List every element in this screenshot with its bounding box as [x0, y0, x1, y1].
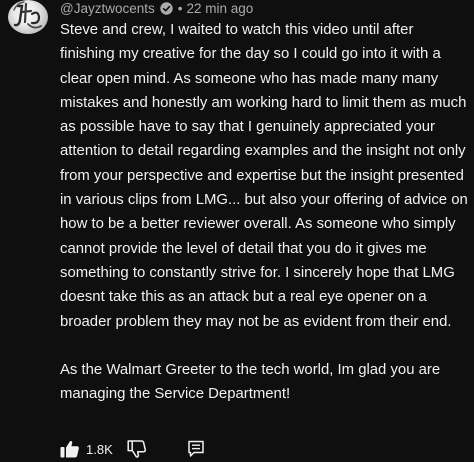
comment-thread: @Jayztwocents • 22 min ago Steve and cre…	[0, 0, 474, 462]
avatar[interactable]	[8, 0, 48, 34]
reply-button[interactable]	[187, 440, 205, 458]
thumbs-down-icon	[127, 440, 146, 458]
like-count: 1.8K	[86, 441, 113, 457]
header-separator: •	[177, 0, 183, 16]
dislike-button[interactable]	[127, 440, 147, 458]
avatar-logo-icon	[13, 1, 42, 29]
like-button[interactable]	[60, 440, 80, 458]
comment-actions: 1.8K	[60, 438, 205, 460]
comment-reply-icon	[188, 440, 204, 457]
comment-paragraph: Steve and crew, I waited to watch this v…	[60, 22, 468, 330]
verified-check-icon	[160, 1, 173, 15]
comment-body: Steve and crew, I waited to watch this v…	[60, 18, 468, 407]
comment-header: @Jayztwocents • 22 min ago	[60, 0, 253, 18]
author-name[interactable]: @Jayztwocents	[60, 1, 155, 16]
thumbs-up-filled-icon	[60, 440, 79, 458]
comment-timestamp[interactable]: 22 min ago	[186, 1, 253, 16]
comment-paragraph: As the Walmart Greeter to the tech world…	[60, 362, 441, 403]
